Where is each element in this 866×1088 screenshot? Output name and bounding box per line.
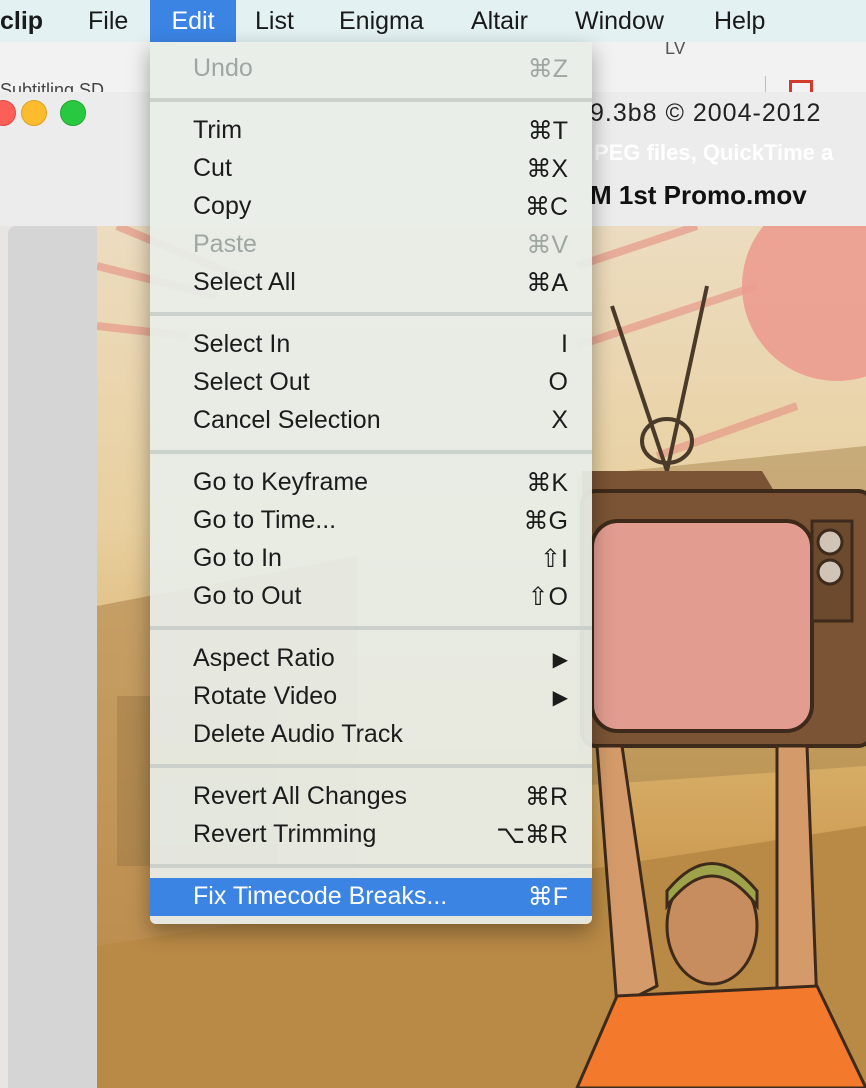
menu-item-cut[interactable]: Cut ⌘X: [150, 150, 592, 188]
menu-item-delete-audio-track[interactable]: Delete Audio Track: [150, 716, 592, 754]
minimize-button[interactable]: [21, 100, 47, 126]
toolbar-right-label: LV: [665, 42, 686, 58]
file-name: M 1st Promo.mov: [590, 180, 807, 210]
menu-item-shortcut: ⌘C: [524, 193, 568, 221]
side-panel: [8, 226, 98, 1088]
menu-item-label: Select In: [193, 330, 291, 358]
menu-separator: [150, 764, 592, 768]
menu-item-label: Cancel Selection: [193, 406, 381, 434]
menu-separator: [150, 312, 592, 316]
menu-item-label: Delete Audio Track: [193, 720, 403, 748]
menu-item-aspect-ratio[interactable]: Aspect Ratio ▶: [150, 640, 592, 678]
menu-item-shortcut: ⌘R: [524, 783, 568, 811]
menu-item-label: Revert Trimming: [193, 820, 377, 848]
menu-item-label: Copy: [193, 192, 252, 220]
menu-item-shortcut: ⌘A: [526, 269, 568, 297]
menu-item-label: Go to Time...: [193, 506, 337, 534]
menu-item-shortcut: ⌥⌘R: [496, 821, 568, 849]
menu-item-trim[interactable]: Trim ⌘T: [150, 112, 592, 150]
menu-item-label: Undo: [193, 54, 253, 82]
menu-item-label: Select All: [193, 268, 296, 296]
menu-item-select-in[interactable]: Select In I: [150, 326, 592, 364]
menu-item-fix-timecode-breaks[interactable]: Fix Timecode Breaks... ⌘F: [150, 878, 592, 916]
zoom-button[interactable]: [60, 100, 86, 126]
menu-help[interactable]: Help: [714, 0, 765, 42]
menu-edit[interactable]: Edit: [150, 0, 236, 42]
menu-item-label: Go to In: [193, 544, 282, 572]
menu-separator: [150, 864, 592, 868]
menu-item-label: Rotate Video: [193, 682, 338, 710]
app-menu[interactable]: clip: [0, 0, 43, 42]
menu-item-label: Trim: [193, 116, 243, 144]
menu-item-go-to-in[interactable]: Go to In ⇧I: [150, 540, 592, 578]
menu-altair[interactable]: Altair: [471, 0, 528, 42]
menu-item-shortcut: ⌘T: [527, 117, 568, 145]
menu-file[interactable]: File: [88, 0, 128, 42]
menu-list[interactable]: List: [255, 0, 294, 42]
menu-item-label: Cut: [193, 154, 232, 182]
submenu-arrow-icon: ▶: [552, 687, 568, 709]
window-title: 9.3b8 © 2004-2012: [590, 99, 822, 127]
menu-separator: [150, 450, 592, 454]
menu-item-shortcut: ⌘G: [523, 507, 568, 535]
menu-item-revert-trimming[interactable]: Revert Trimming ⌥⌘R: [150, 816, 592, 854]
menu-item-go-to-time[interactable]: Go to Time... ⌘G: [150, 502, 592, 540]
menu-item-go-to-keyframe[interactable]: Go to Keyframe ⌘K: [150, 464, 592, 502]
menu-bar: clip File Edit List Enigma Altair Window…: [0, 0, 866, 43]
menu-item-shortcut: ⌘K: [526, 469, 568, 497]
menu-item-label: Fix Timecode Breaks...: [193, 882, 448, 910]
menu-item-select-out[interactable]: Select Out O: [150, 364, 592, 402]
menu-item-shortcut: ⌘V: [526, 231, 568, 259]
menu-item-shortcut: ⇧I: [540, 545, 568, 573]
menu-item-shortcut: ⇧O: [527, 583, 568, 611]
menu-item-label: Paste: [193, 230, 257, 258]
menu-item-revert-all-changes[interactable]: Revert All Changes ⌘R: [150, 778, 592, 816]
menu-separator: [150, 626, 592, 630]
menu-item-copy[interactable]: Copy ⌘C: [150, 188, 592, 226]
supported-formats-text: PEG files, QuickTime a: [594, 140, 834, 165]
menu-item-shortcut: O: [548, 368, 568, 396]
menu-window[interactable]: Window: [575, 0, 664, 42]
menu-item-select-all[interactable]: Select All ⌘A: [150, 264, 592, 302]
menu-item-cancel-selection[interactable]: Cancel Selection X: [150, 402, 592, 440]
menu-item-undo: Undo ⌘Z: [150, 50, 592, 88]
menu-item-shortcut: ⌘X: [526, 155, 568, 183]
edit-menu-dropdown: Undo ⌘Z Trim ⌘T Cut ⌘X Copy ⌘C Paste ⌘V Select All…: [150, 42, 592, 924]
menu-item-label: Go to Out: [193, 582, 302, 610]
menu-item-label: Revert All Changes: [193, 782, 408, 810]
menu-item-shortcut: X: [551, 406, 568, 434]
menu-item-shortcut: ⌘F: [527, 883, 568, 911]
menu-item-go-to-out[interactable]: Go to Out ⇧O: [150, 578, 592, 616]
menu-item-label: Go to Keyframe: [193, 468, 369, 496]
menu-item-label: Select Out: [193, 368, 310, 396]
menu-item-label: Aspect Ratio: [193, 644, 335, 672]
menu-item-shortcut: ⌘Z: [527, 55, 568, 83]
menu-separator: [150, 98, 592, 102]
menu-enigma[interactable]: Enigma: [339, 0, 424, 42]
submenu-arrow-icon: ▶: [552, 649, 568, 671]
menu-item-shortcut: I: [561, 330, 568, 358]
menu-item-paste: Paste ⌘V: [150, 226, 592, 264]
menu-item-rotate-video[interactable]: Rotate Video ▶: [150, 678, 592, 716]
